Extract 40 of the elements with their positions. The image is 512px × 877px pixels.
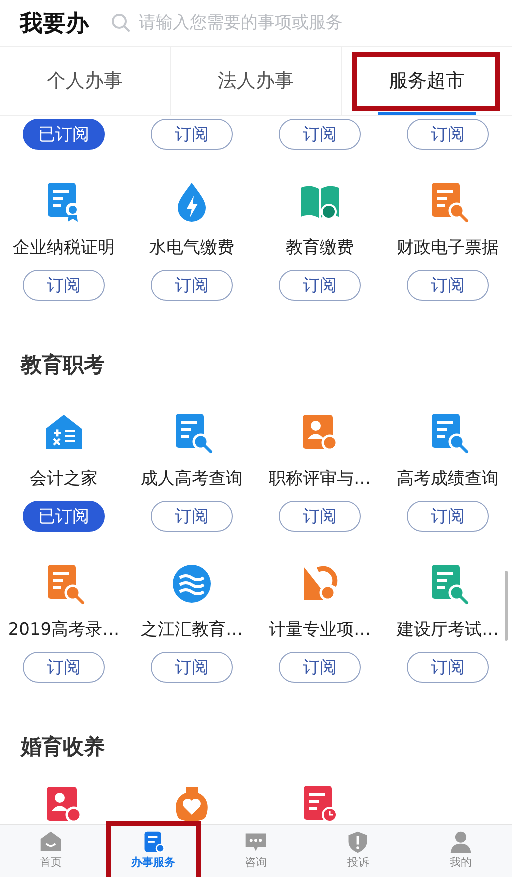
subscribe-button[interactable]: 订阅 — [151, 119, 233, 150]
service-name: 教育缴费 — [286, 237, 354, 260]
home-icon — [39, 830, 64, 854]
search-icon — [111, 13, 131, 33]
service-name: 计量专业项… — [269, 619, 371, 642]
user-icon — [448, 830, 473, 854]
service-name: 财政电子票据 — [397, 237, 499, 260]
section-title: 教育职考 — [21, 352, 106, 379]
search-field[interactable]: 请输入您需要的事项或服务 — [111, 13, 492, 33]
service-name: 2019高考录… — [8, 619, 120, 642]
subscribe-button[interactable]: 订阅 — [279, 270, 361, 301]
subscribe-button[interactable]: 订阅 — [279, 652, 361, 683]
section-title: 婚育收养 — [21, 734, 106, 761]
wave-circle-icon[interactable] — [170, 562, 214, 606]
service-name: 企业纳税证明 — [13, 237, 115, 260]
service-name: 之江汇教育… — [141, 619, 243, 642]
subscribe-button[interactable]: 订阅 — [23, 652, 105, 683]
page-title: 我要办 — [20, 10, 89, 38]
subscribe-button[interactable]: 订阅 — [407, 501, 489, 532]
service-name: 会计之家 — [30, 468, 98, 491]
subscribe-button[interactable]: 订阅 — [407, 652, 489, 683]
nav-tab[interactable]: 咨询 — [204, 825, 308, 877]
nav-tab[interactable]: 投诉 — [307, 825, 410, 877]
service-name: 水电气缴费 — [150, 237, 234, 260]
subscribe-button[interactable]: 订阅 — [151, 501, 233, 532]
service-name: 高考成绩查询 — [397, 468, 499, 491]
subscribe-button[interactable]: 订阅 — [407, 119, 489, 150]
subscribe-button[interactable]: 订阅 — [151, 270, 233, 301]
subscribe-button[interactable]: 订阅 — [279, 501, 361, 532]
subscribe-button[interactable]: 订阅 — [23, 270, 105, 301]
subscribe-button[interactable]: 订阅 — [151, 652, 233, 683]
subscribe-button[interactable]: 已订阅 — [23, 119, 105, 150]
service-name: 成人高考查询 — [141, 468, 243, 491]
service-name: 职称评审与… — [269, 468, 371, 491]
nav-tab[interactable]: 办事服务 — [102, 825, 205, 877]
scrollbar — [505, 571, 508, 641]
subscribe-button[interactable]: 订阅 — [407, 270, 489, 301]
subscribe-button[interactable]: 订阅 — [279, 119, 361, 150]
service-name: 建设厅考试… — [397, 619, 499, 642]
subscribe-button[interactable]: 已订阅 — [23, 501, 105, 532]
